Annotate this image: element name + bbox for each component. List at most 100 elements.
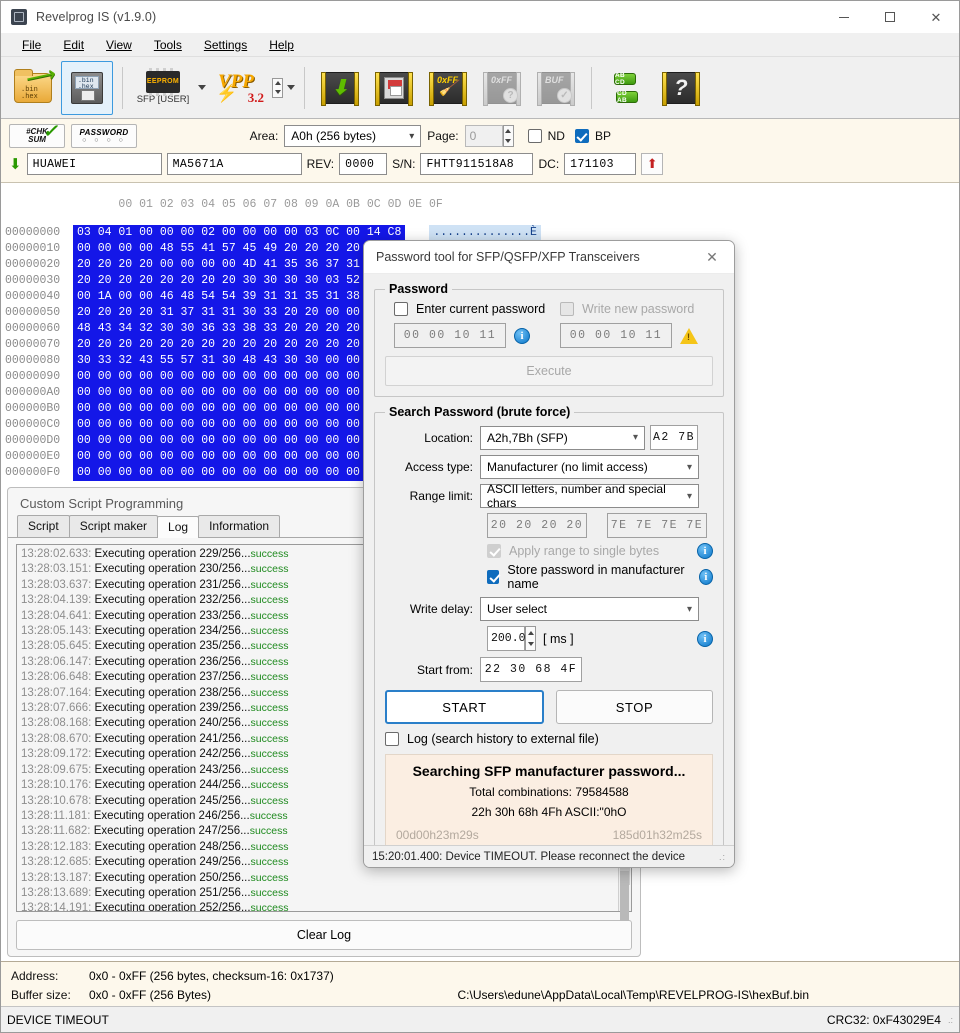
help-button[interactable]: ? bbox=[655, 61, 707, 115]
new-password-input[interactable]: 00 00 10 11 bbox=[560, 323, 672, 348]
device-select-button[interactable]: EEPROM SFP [USER] bbox=[132, 61, 194, 115]
vpp-stepper[interactable] bbox=[272, 77, 283, 98]
range-max-input[interactable]: 7E 7E 7E 7E bbox=[607, 513, 707, 538]
enter-current-password-checkbox[interactable] bbox=[394, 302, 408, 316]
hex-row-bytes[interactable]: 03 04 01 00 00 00 02 00 00 00 00 03 0C 0… bbox=[73, 225, 406, 241]
write-device-button[interactable] bbox=[368, 61, 420, 115]
blank-check-button[interactable]: 0xFF ? bbox=[476, 61, 528, 115]
vpp-dropdown-arrow-icon[interactable] bbox=[287, 85, 295, 90]
part-field[interactable]: MA5671A bbox=[166, 153, 302, 175]
byte-swap-button[interactable]: AB CD CD AB bbox=[601, 61, 653, 115]
panel-scrollbar-thumb[interactable] bbox=[620, 871, 629, 921]
maximize-button[interactable] bbox=[867, 1, 913, 33]
save-file-button[interactable]: .bin .hex bbox=[61, 60, 113, 115]
hex-column-header: 00 01 02 03 04 05 06 07 08 09 0A 0B 0C 0… bbox=[1, 183, 959, 225]
hex-row-bytes[interactable]: 00 00 00 00 00 00 00 00 00 00 00 00 00 0… bbox=[73, 449, 406, 465]
nd-checkbox[interactable] bbox=[527, 129, 542, 143]
hex-row-bytes[interactable]: 20 20 20 20 31 37 31 31 30 33 20 20 00 0… bbox=[73, 305, 406, 321]
write-delay-input[interactable]: 200.0 bbox=[487, 626, 526, 651]
address-value: 0x0 - 0xFF (256 bytes, checksum-16: 0x17… bbox=[89, 968, 334, 983]
info-icon[interactable]: i bbox=[514, 327, 530, 344]
page-stepper[interactable] bbox=[502, 125, 514, 147]
save-floppy-icon: .bin .hex bbox=[71, 71, 103, 104]
hex-row-bytes[interactable]: 48 43 34 32 30 30 36 33 38 33 20 20 20 2… bbox=[73, 321, 406, 337]
log-timestamp: 13:28:04.139: bbox=[21, 594, 92, 607]
info-icon[interactable]: i bbox=[697, 543, 713, 559]
hex-row-bytes[interactable]: 00 00 00 00 48 55 41 57 45 49 20 20 20 2… bbox=[73, 241, 406, 257]
hex-row-bytes[interactable]: 00 00 00 00 00 00 00 00 00 00 00 00 00 0… bbox=[73, 401, 406, 417]
write-delay-stepper[interactable] bbox=[525, 626, 536, 651]
verify-buffer-button[interactable]: BUF ✓ bbox=[530, 61, 582, 115]
execute-button[interactable]: Execute bbox=[385, 356, 713, 386]
minimize-icon bbox=[839, 16, 849, 18]
read-device-button[interactable]: ⬇ bbox=[314, 61, 366, 115]
minimize-button[interactable] bbox=[821, 1, 867, 33]
area-select[interactable]: A0h (256 bytes) ▾ bbox=[284, 125, 422, 147]
vpp-button[interactable]: VPP ⚡ 3.2 bbox=[208, 61, 270, 115]
menu-item-edit[interactable]: Edit bbox=[52, 35, 95, 55]
location-hex-input[interactable]: A2 7B bbox=[650, 425, 698, 450]
resize-grip-icon[interactable]: .: bbox=[948, 1015, 953, 1025]
hex-row-bytes[interactable]: 00 00 00 00 00 00 00 00 00 00 00 00 00 0… bbox=[73, 369, 406, 385]
range-min-input[interactable]: 20 20 20 20 bbox=[487, 513, 587, 538]
hex-row-bytes[interactable]: 00 00 00 00 00 00 00 00 00 00 00 00 00 0… bbox=[73, 433, 406, 449]
hex-row-bytes[interactable]: 30 33 32 43 55 57 31 30 48 43 30 30 00 0… bbox=[73, 353, 406, 369]
resize-grip-icon[interactable]: .: bbox=[719, 852, 726, 862]
dialog-close-button[interactable]: ✕ bbox=[696, 243, 728, 271]
clear-log-button[interactable]: Clear Log bbox=[16, 920, 632, 950]
bp-checkbox[interactable] bbox=[574, 129, 589, 143]
hex-row-ascii[interactable]: ..............È bbox=[429, 225, 541, 241]
menu-item-view[interactable]: View bbox=[95, 35, 143, 55]
tab-script[interactable]: Script bbox=[17, 515, 70, 537]
hex-row-bytes[interactable]: 00 1A 00 00 46 48 54 54 39 31 31 35 31 3… bbox=[73, 289, 406, 305]
download-arrow-icon[interactable]: ⬇ bbox=[9, 155, 22, 173]
checksum-button[interactable]: #CHK SUM ✓ bbox=[9, 122, 65, 148]
log-message: Executing operation 235/256... bbox=[91, 640, 251, 653]
range-limit-select[interactable]: ASCII letters, number and special chars … bbox=[480, 482, 699, 510]
menu-item-help[interactable]: Help bbox=[258, 35, 305, 55]
location-select[interactable]: A2h,7Bh (SFP) ▾ bbox=[480, 425, 645, 450]
rev-field[interactable]: 0000 bbox=[339, 153, 388, 175]
hex-row-bytes[interactable]: 00 00 00 00 00 00 00 00 00 00 00 00 00 0… bbox=[73, 465, 406, 481]
warning-icon[interactable] bbox=[680, 327, 698, 344]
menu-item-settings[interactable]: Settings bbox=[193, 35, 258, 55]
upload-button[interactable]: ⬆ bbox=[641, 153, 664, 175]
hex-row-offset: 000000B0 bbox=[5, 402, 61, 415]
info-icon[interactable]: i bbox=[697, 630, 713, 647]
open-file-button[interactable]: .bin .hex ⟶ bbox=[7, 61, 59, 115]
tab-information[interactable]: Information bbox=[198, 515, 281, 537]
dc-field[interactable]: 171103 bbox=[564, 153, 637, 175]
write-new-password-checkbox[interactable] bbox=[560, 302, 574, 316]
tab-script-maker[interactable]: Script maker bbox=[68, 515, 159, 537]
store-password-manufacturer-checkbox[interactable] bbox=[487, 570, 500, 584]
start-from-input[interactable]: 22 30 68 4F bbox=[480, 657, 582, 682]
close-button[interactable]: ✕ bbox=[913, 1, 959, 33]
apply-range-single-bytes-checkbox[interactable] bbox=[487, 544, 501, 558]
hex-row-bytes[interactable]: 00 00 00 00 00 00 00 00 00 00 00 00 00 0… bbox=[73, 385, 406, 401]
hex-row-bytes[interactable]: 20 20 20 20 20 20 20 20 20 20 20 20 20 2… bbox=[73, 337, 406, 353]
current-password-input[interactable]: 00 00 10 11 bbox=[394, 323, 506, 348]
hex-row-bytes[interactable]: 00 00 00 00 00 00 00 00 00 00 00 00 00 0… bbox=[73, 417, 406, 433]
check-badge-icon: ✓ bbox=[557, 87, 572, 103]
menu-item-tools[interactable]: Tools bbox=[143, 35, 193, 55]
write-delay-select[interactable]: User select ▾ bbox=[480, 597, 699, 621]
hex-row[interactable]: 00000000 03 04 01 00 00 00 02 00 00 00 00… bbox=[1, 225, 959, 241]
stop-button[interactable]: STOP bbox=[556, 690, 713, 724]
device-dropdown-arrow-icon[interactable] bbox=[198, 85, 206, 90]
menu-item-file[interactable]: File bbox=[11, 35, 52, 55]
password-tool-button[interactable]: PASSWORD ○ ○ ○ ○ bbox=[71, 124, 137, 148]
hex-row-bytes[interactable]: 20 20 20 20 20 20 20 20 30 30 30 30 03 5… bbox=[73, 273, 406, 289]
vendor-field[interactable]: HUAWEI bbox=[26, 153, 162, 175]
log-history-checkbox[interactable] bbox=[385, 732, 399, 746]
info-icon[interactable]: i bbox=[698, 569, 713, 585]
nd-label: ND bbox=[547, 129, 565, 143]
hex-row-bytes[interactable]: 20 20 20 20 00 00 00 00 4D 41 35 36 37 3… bbox=[73, 257, 406, 273]
password-group-legend: Password bbox=[389, 282, 449, 296]
erase-device-button[interactable]: 0xFF 🧹 bbox=[422, 61, 474, 115]
start-button[interactable]: START bbox=[385, 690, 544, 724]
tab-log[interactable]: Log bbox=[157, 516, 200, 538]
page-value[interactable]: 0 bbox=[464, 125, 503, 147]
access-type-select[interactable]: Manufacturer (no limit access) ▾ bbox=[480, 455, 699, 479]
sn-field[interactable]: FHTT911518A8 bbox=[420, 153, 534, 175]
hex-row-offset: 00000030 bbox=[5, 274, 61, 287]
